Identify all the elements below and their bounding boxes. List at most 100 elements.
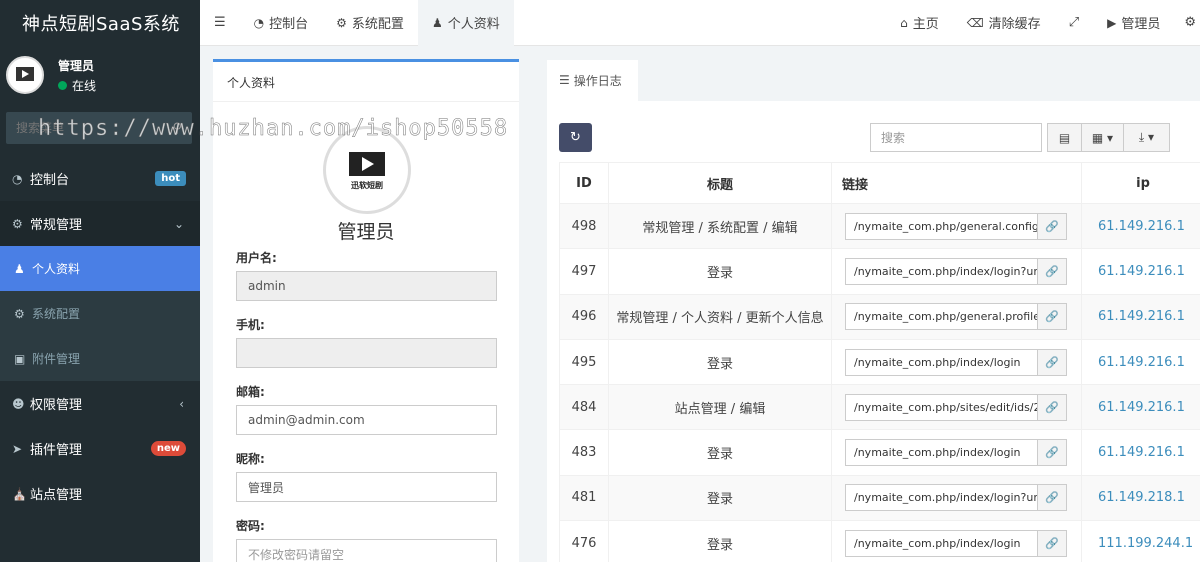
url-input[interactable]: /nymaite_com.php/index/login?url=% (845, 484, 1038, 512)
tab-label: 操作日志 (573, 73, 622, 88)
log-table: ID 标题 链接 ip 498 常规管理 / 系统配置 / 编辑/nymaite_… (559, 162, 1200, 562)
password-label: 密码: (236, 519, 265, 533)
table-row[interactable]: 495 登录/nymaite_com.php/index/login 🔗 61.149… (559, 338, 1200, 386)
cell-url: /nymaite_com.php/sites/edit/ids/2?dia🔗 (831, 384, 1082, 431)
url-input[interactable]: /nymaite_com.php/index/login (845, 439, 1038, 467)
url-group: /nymaite_com.php/index/login 🔗 (845, 348, 1067, 376)
sidebar-item-attachment[interactable]: ▣ 附件管理 (0, 336, 200, 381)
log-tabbar (547, 60, 1200, 101)
url-input[interactable]: /nymaite_com.php/index/login (845, 348, 1038, 376)
cell-ip[interactable]: 61.149.216.1 (1081, 248, 1200, 295)
table-row[interactable]: 481登录/nymaite_com.php/index/login?url=%🔗… (559, 474, 1200, 522)
cell-ip[interactable]: 61.149.216.1 (1081, 338, 1200, 386)
hot-badge: hot (155, 171, 186, 186)
table-row[interactable]: 498 常规管理 / 系统配置 / 编辑/nymaite_com.php/gene… (559, 202, 1200, 250)
cell-url: /nymaite_com.php/general.config/edit🔗 (831, 202, 1082, 250)
dashboard-icon: ◔ (253, 15, 265, 30)
url-input[interactable]: /nymaite_com.php/general.config/edit (845, 212, 1038, 240)
cell-url: /nymaite_com.php/index/login 🔗 (831, 338, 1082, 386)
settings-button[interactable]: ⚙ (1174, 0, 1200, 46)
sidebar-item-label: 站点管理 (30, 488, 83, 503)
menu-icon: ☰ (214, 15, 226, 30)
tab-dashboard[interactable]: ◔ 控制台 (240, 0, 323, 46)
table-row[interactable]: 476 登录/nymaite_com.php/index/login 🔗 111.19… (559, 520, 1200, 562)
export-button[interactable]: ⤓ ▾ (1123, 123, 1170, 152)
link-icon[interactable]: 🔗 (1038, 439, 1067, 467)
cell-ip[interactable]: 111.199.244.1 (1081, 520, 1200, 562)
mobile-field[interactable] (236, 338, 497, 368)
sidebar-item-auth[interactable]: ☻ 权限管理 ‹ (0, 381, 200, 426)
table-row[interactable]: 497登录/nymaite_com.php/index/login?url=%🔗… (559, 248, 1200, 295)
cell-title: 登录 (608, 248, 832, 295)
link-icon[interactable]: 🔗 (1038, 348, 1067, 376)
url-input[interactable]: /nymaite_com.php/sites/edit/ids/2?dia (845, 393, 1038, 421)
search-icon[interactable]: ⚲ (172, 121, 182, 136)
fullscreen-button[interactable]: ⤢ (1055, 0, 1093, 46)
toggle-view-button[interactable]: ▤ (1047, 123, 1082, 152)
table-row[interactable]: 483 登录/nymaite_com.php/index/login 🔗 61.149… (559, 429, 1200, 476)
url-group: /nymaite_com.php/index/login 🔗 (845, 439, 1067, 467)
gear-icon: ⚙ (1184, 15, 1196, 30)
sidebar-item-addon[interactable]: ➤ 插件管理 new (0, 426, 200, 471)
cell-title: 常规管理 / 个人资料 / 更新个人信息 (608, 293, 832, 340)
sidebar-item-sites[interactable]: ⛪ 站点管理 (0, 471, 200, 516)
link-icon[interactable]: 🔗 (1038, 212, 1067, 240)
user-status: 在线 (58, 77, 96, 94)
email-field[interactable]: admin@admin.com (236, 405, 497, 435)
table-row[interactable]: 484 站点管理 / 编辑/nymaite_com.php/sites/edit/… (559, 384, 1200, 431)
top-navbar: ☰ ◔ 控制台 ⚙ 系统配置 ♟ 个人资料 ⌂ 主页 ⌫ 清除缓存 ⤢ ▶ 管理… (200, 0, 1200, 46)
username-field[interactable]: admin (236, 271, 497, 301)
app-title[interactable]: 神点短剧SaaS系统 (0, 0, 200, 46)
sidebar-toggle[interactable]: ☰ (200, 0, 240, 46)
tab-profile[interactable]: ♟ 个人资料 (417, 0, 514, 46)
sidebar-item-dashboard[interactable]: ◔ 控制台 hot (0, 156, 200, 201)
column-header-title[interactable]: 标题 (608, 162, 832, 204)
admin-menu[interactable]: ▶ 管理员 (1093, 0, 1174, 46)
cell-ip[interactable]: 61.149.218.1 (1081, 474, 1200, 522)
link-icon[interactable]: 🔗 (1038, 257, 1067, 285)
profile-avatar[interactable]: 迅软短剧 (323, 126, 411, 214)
columns-icon: ▦ ▾ (1091, 130, 1114, 145)
cell-id: 481 (559, 474, 609, 522)
cell-url: /nymaite_com.php/index/login 🔗 (831, 520, 1082, 562)
link-icon[interactable]: 🔗 (1038, 484, 1067, 512)
refresh-button[interactable]: ↻ (559, 123, 592, 152)
nickname-field[interactable]: 管理员 (236, 472, 497, 502)
password-field[interactable]: 不修改密码请留空 (236, 539, 497, 562)
cell-ip[interactable]: 61.149.216.1 (1081, 293, 1200, 340)
log-panel: ☰ 操作日志 ↻ 搜索 ▤ ▦ ▾ ⤓ ▾ ID 标题 链接 ip 498 常规管… (547, 60, 1200, 562)
cell-title: 登录 (608, 338, 832, 386)
nickname-label: 昵称: (236, 452, 265, 466)
tab-config[interactable]: ⚙ 系统配置 (322, 0, 418, 46)
table-row[interactable]: 496 常规管理 / 个人资料 / 更新个人信息/nymaite_com.php/… (559, 293, 1200, 340)
rocket-icon: ➤ (12, 441, 23, 456)
column-header-ip[interactable]: ip (1081, 162, 1200, 204)
chevron-down-icon: ⌄ (173, 216, 184, 231)
link-icon[interactable]: 🔗 (1038, 529, 1067, 557)
tab-label: 个人资料 (447, 17, 500, 32)
user-panel: 管理员 在线 (0, 46, 200, 104)
link-icon[interactable]: 🔗 (1038, 393, 1067, 421)
cell-ip[interactable]: 61.149.216.1 (1081, 429, 1200, 476)
sidebar-item-label: 常规管理 (30, 218, 83, 233)
table-search-input[interactable]: 搜索 (870, 123, 1042, 152)
sidebar-search-input[interactable] (16, 121, 156, 135)
cell-ip[interactable]: 61.149.216.1 (1081, 384, 1200, 431)
columns-button[interactable]: ▦ ▾ (1081, 123, 1124, 152)
url-input[interactable]: /nymaite_com.php/index/login (845, 529, 1038, 557)
sidebar-item-profile[interactable]: ♟ 个人资料 (0, 246, 200, 291)
url-input[interactable]: /nymaite_com.php/index/login?url=% (845, 257, 1038, 285)
email-label: 邮箱: (236, 385, 265, 399)
link-icon[interactable]: 🔗 (1038, 303, 1067, 331)
cell-ip[interactable]: 61.149.216.1 (1081, 202, 1200, 250)
play-logo-icon (349, 151, 385, 176)
column-header-url[interactable]: 链接 (831, 162, 1082, 204)
home-link[interactable]: ⌂ 主页 (886, 0, 953, 46)
column-header-id[interactable]: ID (559, 162, 609, 204)
user-icon: ♟ (14, 261, 25, 276)
url-input[interactable]: /nymaite_com.php/general.profile/upd (845, 303, 1038, 331)
tab-operation-log[interactable]: ☰ 操作日志 (547, 60, 638, 101)
sidebar-item-config[interactable]: ⚙ 系统配置 (0, 291, 200, 336)
sidebar-item-general[interactable]: ⚙ 常规管理 ⌄ (0, 201, 200, 246)
clear-cache-button[interactable]: ⌫ 清除缓存 (953, 0, 1055, 46)
